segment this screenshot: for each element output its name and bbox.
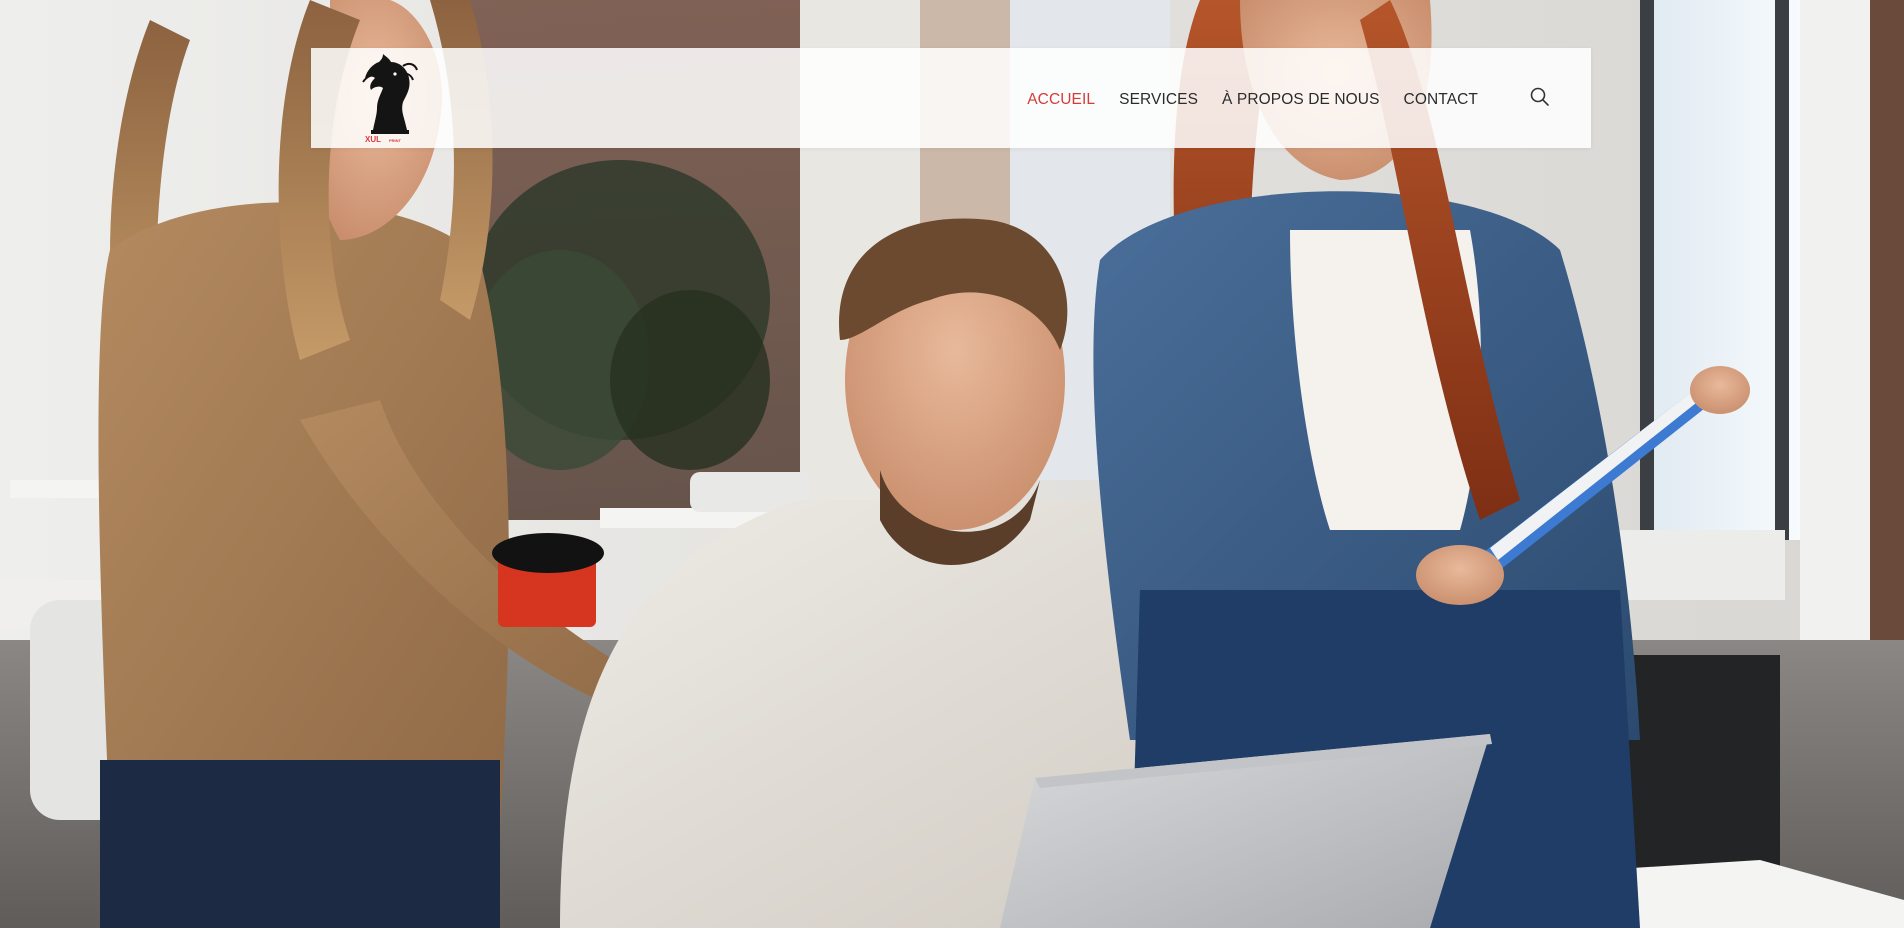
dragon-chess-knight-icon: XUL PRINT [362,54,418,144]
logo-small-text: PRINT [389,138,402,143]
nav-item-accueil[interactable]: ACCUEIL [1027,91,1095,109]
logo-text: XUL [365,135,381,144]
nav-item-contact[interactable]: CONTACT [1404,91,1478,109]
nav-item-a-propos[interactable]: À PROPOS DE NOUS [1222,91,1380,109]
main-nav: ACCUEIL SERVICES À PROPOS DE NOUS CONTAC… [1027,48,1478,148]
search-icon [1530,87,1549,106]
nav-item-services[interactable]: SERVICES [1119,91,1198,109]
search-button[interactable] [1529,86,1551,108]
site-header: XUL PRINT ACCUEIL SERVICES À PROPOS DE N… [311,48,1591,148]
site-logo[interactable]: XUL PRINT [359,52,421,144]
